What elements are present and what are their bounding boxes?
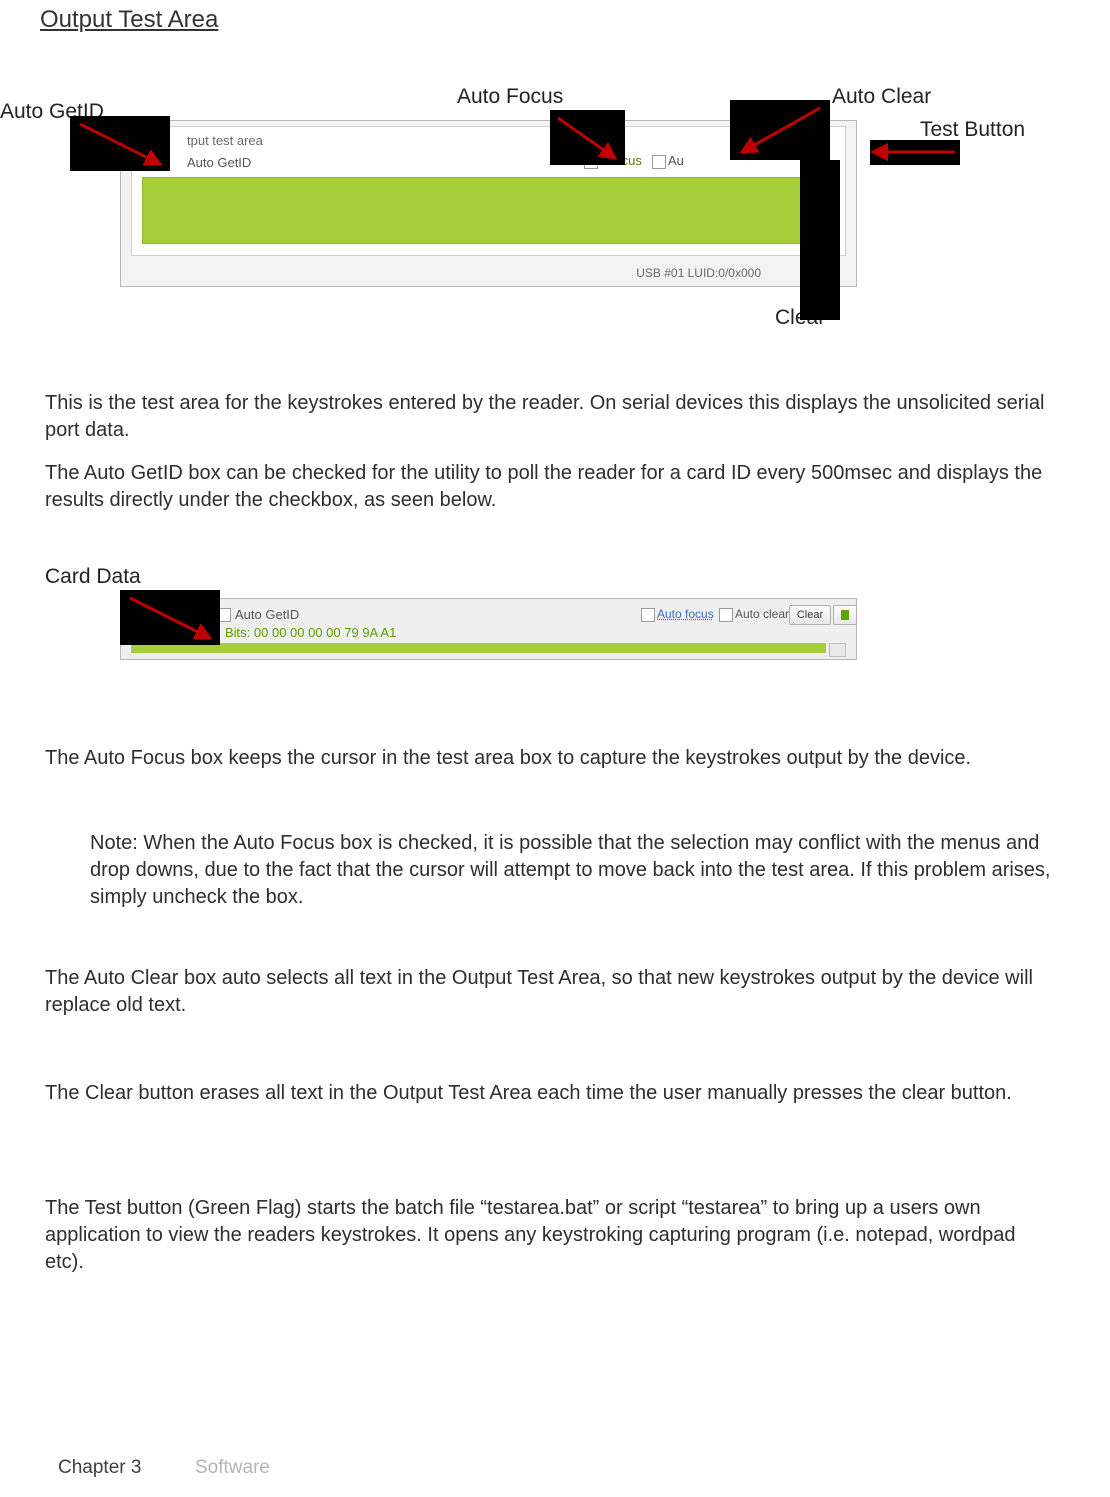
callout-auto-clear: Auto Clear <box>832 85 931 109</box>
toolbar-row: Auto GetID Auto focus Auto clear Clear <box>131 603 846 625</box>
section-title: Output Test Area <box>40 6 218 34</box>
clear-button[interactable]: Clear <box>789 605 831 625</box>
label-auto-focus: Auto focus <box>657 607 714 621</box>
label-auto-clear: Auto clear <box>735 607 789 621</box>
callout-auto-focus: Auto Focus <box>457 85 563 109</box>
scroll-button[interactable] <box>829 643 846 657</box>
paragraph: The Auto Clear box auto selects all text… <box>45 965 1050 1019</box>
callout-test-button: Test Button <box>920 118 1025 142</box>
footer-section: Software <box>195 1457 270 1479</box>
checkbox-auto-focus[interactable] <box>641 608 655 622</box>
footer-chapter: Chapter 3 <box>58 1457 141 1479</box>
arrow-icon <box>550 110 625 165</box>
flag-icon <box>841 610 849 620</box>
note-paragraph: Note: When the Auto Focus box is checked… <box>90 830 1055 911</box>
paragraph: The Auto Focus box keeps the cursor in t… <box>45 745 1050 772</box>
test-button[interactable] <box>833 605 857 625</box>
label-auto-getid: Auto GetID <box>235 607 299 622</box>
checkbox-auto-clear[interactable] <box>719 608 733 622</box>
arrow-icon <box>855 140 965 165</box>
status-bar-text: USB #01 LUID:0/0x000 <box>636 266 761 280</box>
paragraph: The Test button (Green Flag) starts the … <box>45 1195 1050 1276</box>
arrow-icon <box>70 116 170 171</box>
label-auto-clear: Au <box>668 153 684 168</box>
paragraph: The Clear button erases all text in the … <box>45 1080 1050 1107</box>
paragraph: The Auto GetID box can be checked for th… <box>45 460 1050 514</box>
callout-card-data: Card Data <box>45 565 141 589</box>
redaction-box <box>800 160 840 320</box>
screenshot-card-data: Auto GetID Auto focus Auto clear Clear B… <box>120 598 857 660</box>
label-auto-getid: Auto GetID <box>187 155 251 170</box>
output-textarea[interactable] <box>131 643 826 653</box>
paragraph: This is the test area for the keystrokes… <box>45 390 1050 444</box>
output-textarea[interactable] <box>142 177 815 244</box>
arrow-icon <box>120 590 220 645</box>
checkbox-auto-clear[interactable] <box>652 155 666 169</box>
arrow-icon <box>730 100 830 160</box>
card-bits-text: Bits: 00 00 00 00 00 79 9A A1 <box>225 625 396 640</box>
label-output-test-area: tput test area <box>187 133 263 148</box>
